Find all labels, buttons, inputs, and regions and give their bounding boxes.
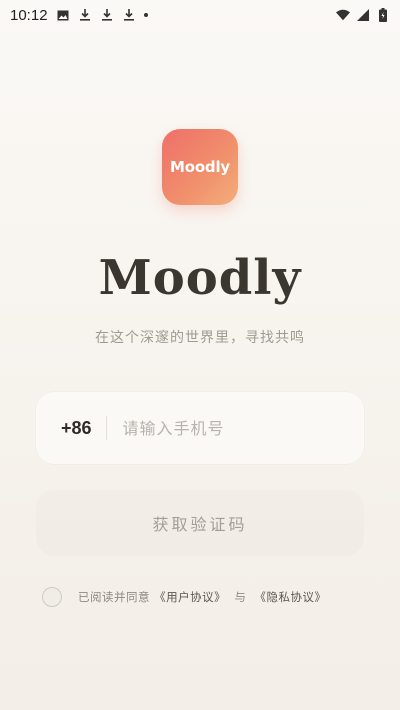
download-icon xyxy=(100,8,114,22)
get-code-button[interactable]: 获取验证码 xyxy=(36,490,364,556)
tagline: 在这个深邃的世界里，寻找共鸣 xyxy=(95,330,305,346)
download-icon xyxy=(78,8,92,22)
agree-checkbox[interactable] xyxy=(42,587,62,607)
field-divider xyxy=(105,416,107,440)
user-agreement-link[interactable]: 《用户协议》 xyxy=(154,590,226,604)
status-left: 10:12 xyxy=(10,7,148,24)
agreement-and: 与 xyxy=(234,590,247,604)
status-right xyxy=(336,8,390,22)
download-icon xyxy=(122,8,136,22)
app-title: Moodly xyxy=(98,250,302,306)
dot-icon xyxy=(143,13,148,17)
status-time: 10:12 xyxy=(10,6,48,24)
status-bar: 10:12 xyxy=(0,0,400,30)
wifi-icon xyxy=(336,8,350,22)
privacy-policy-link[interactable]: 《隐私协议》 xyxy=(254,590,326,604)
agreement-row: 已阅读并同意 《用户协议》 与 《隐私协议》 xyxy=(42,587,326,607)
app-logo-text: Moodly xyxy=(170,158,230,176)
phone-field[interactable]: +86 xyxy=(36,392,364,464)
app-logo-icon: Moodly xyxy=(162,129,238,205)
agreement-prefix: 已阅读并同意 xyxy=(78,590,150,604)
signal-icon xyxy=(356,8,370,22)
country-code[interactable]: +86 xyxy=(61,418,92,439)
image-icon xyxy=(56,8,70,22)
phone-input[interactable] xyxy=(120,417,325,439)
battery-icon xyxy=(376,8,390,22)
agreement-text: 已阅读并同意 《用户协议》 与 《隐私协议》 xyxy=(78,589,326,605)
